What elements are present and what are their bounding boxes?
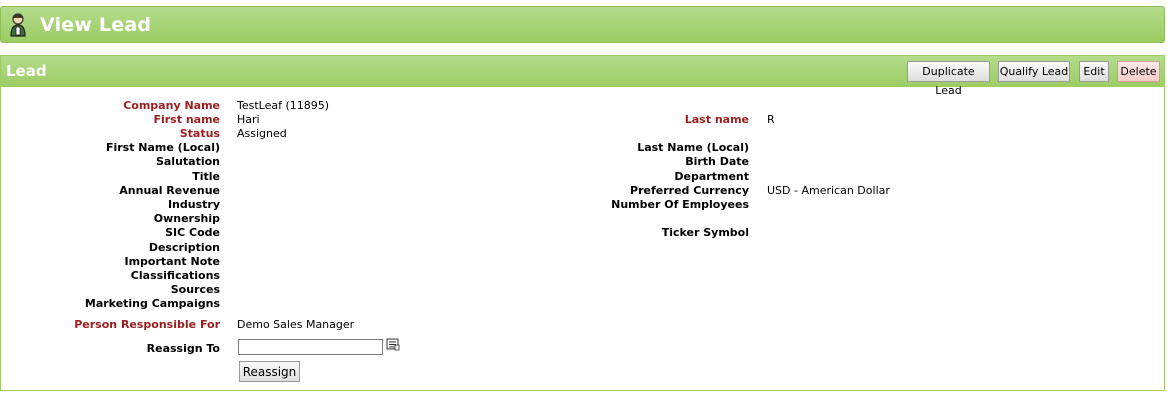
ticker-symbol-label: Ticker Symbol: [661, 226, 749, 239]
delete-button[interactable]: Delete: [1117, 61, 1160, 82]
number-of-employees-label: Number Of Employees: [611, 198, 749, 211]
person-responsible-label: Person Responsible For: [74, 318, 220, 331]
lookup-icon[interactable]: [386, 338, 400, 351]
status-label: Status: [179, 127, 220, 140]
preferred-currency-value: USD - American Dollar: [767, 184, 890, 197]
person-icon: [10, 13, 26, 37]
sic-code-label: SIC Code: [165, 226, 220, 239]
reassign-to-label: Reassign To: [146, 342, 220, 355]
person-responsible-value: Demo Sales Manager: [237, 318, 355, 331]
first-name-value: Hari: [237, 113, 260, 126]
reassign-to-input[interactable]: [238, 339, 383, 355]
important-note-label: Important Note: [124, 255, 221, 268]
ownership-label: Ownership: [153, 212, 220, 225]
classifications-label: Classifications: [130, 269, 220, 282]
page-title: View Lead: [40, 14, 152, 36]
preferred-currency-label: Preferred Currency: [630, 184, 749, 197]
panel-header: Lead Duplicate Lead Qualify Lead Edit De…: [1, 56, 1164, 97]
last-name-local-label: Last Name (Local): [637, 141, 749, 154]
company-name-label: Company Name: [123, 99, 220, 112]
sources-label: Sources: [170, 283, 220, 296]
panel-title: Lead: [6, 62, 47, 80]
description-label: Description: [148, 241, 220, 254]
annual-revenue-label: Annual Revenue: [119, 184, 220, 197]
company-name-value: TestLeaf (11895): [237, 99, 330, 112]
reassign-button[interactable]: Reassign: [239, 361, 300, 382]
last-name-value: R: [767, 113, 775, 126]
title-label: Title: [192, 170, 220, 183]
edit-button[interactable]: Edit: [1079, 61, 1109, 82]
birth-date-label: Birth Date: [685, 155, 749, 168]
qualify-lead-button[interactable]: Qualify Lead: [998, 61, 1070, 82]
last-name-label: Last name: [684, 113, 749, 126]
first-name-label: First name: [153, 113, 220, 126]
first-name-local-label: First Name (Local): [105, 141, 220, 154]
marketing-campaigns-label: Marketing Campaigns: [84, 297, 220, 310]
duplicate-lead-button[interactable]: Duplicate Lead: [907, 61, 990, 97]
status-value: Assigned: [237, 127, 287, 140]
salutation-label: Salutation: [155, 155, 220, 168]
industry-label: Industry: [167, 198, 220, 211]
page-header: View Lead: [0, 6, 1165, 43]
department-label: Department: [674, 170, 749, 183]
